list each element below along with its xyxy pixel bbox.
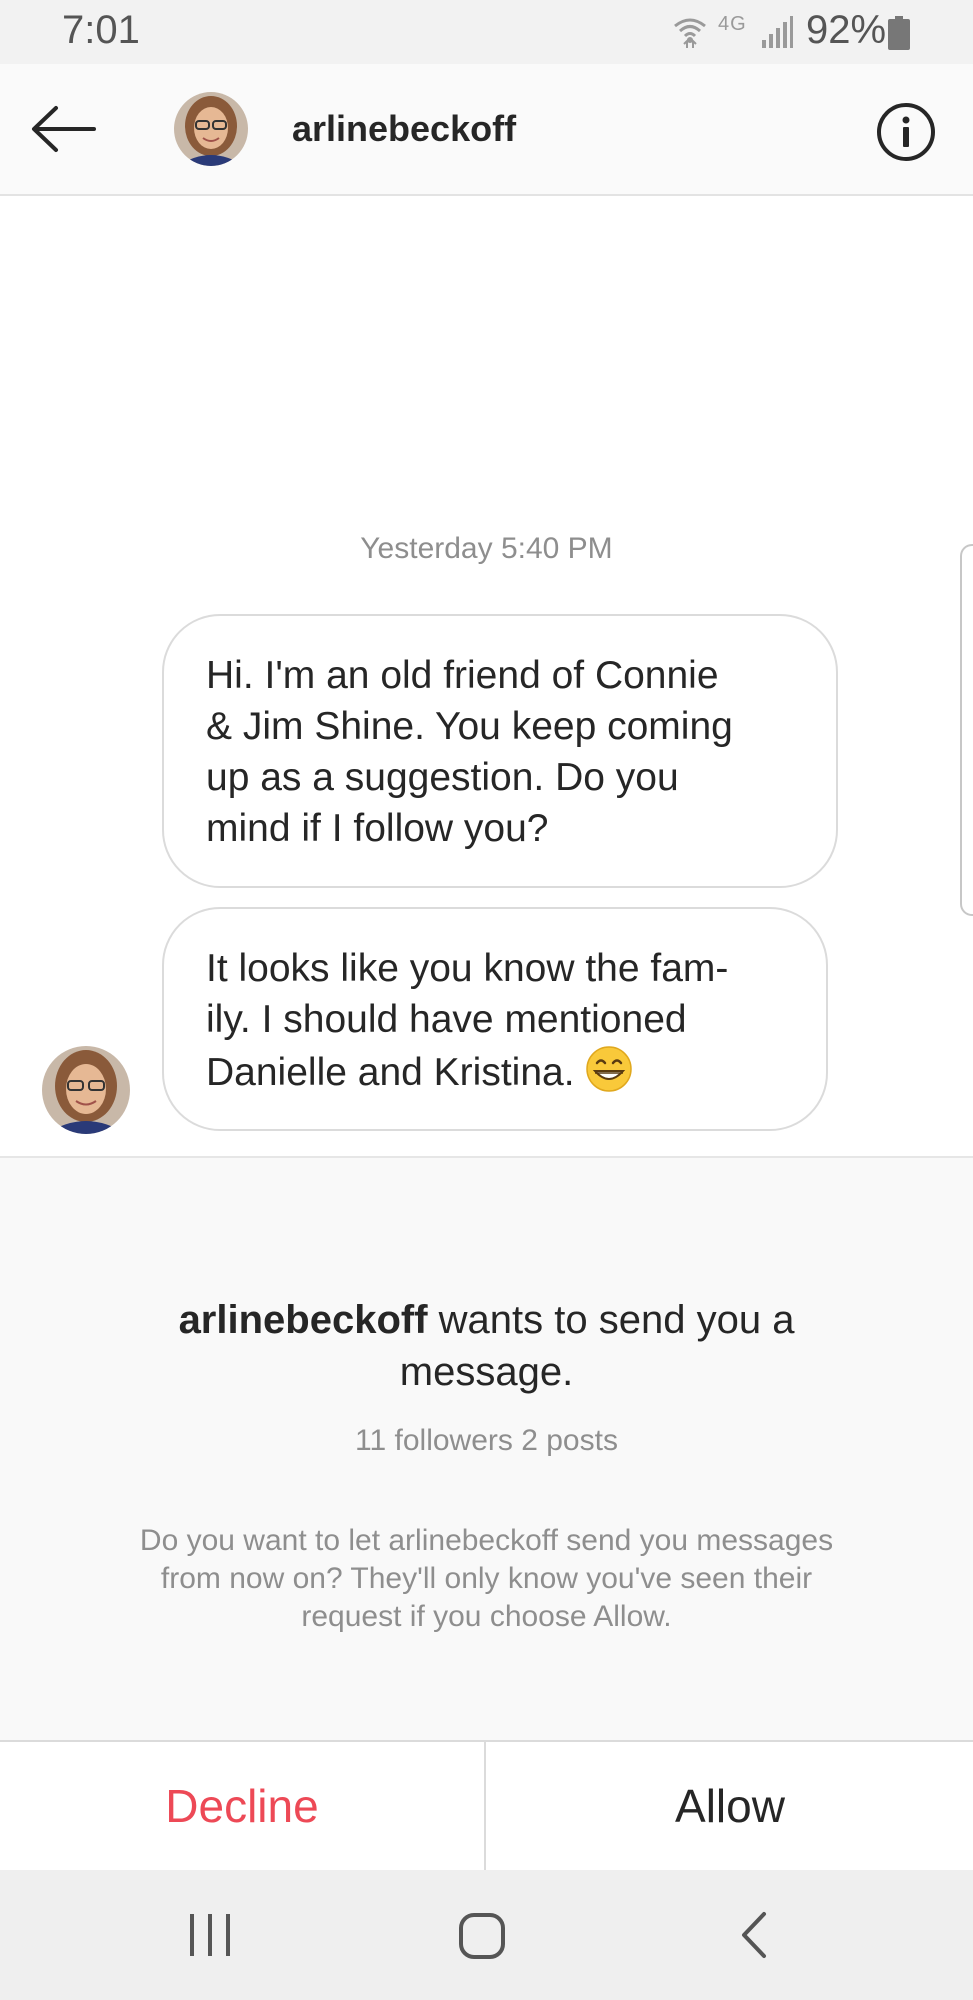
message-line: & Jim Shine. You keep coming <box>206 705 733 748</box>
conversation-header: arlinebeckoff <box>0 64 973 196</box>
status-bar: 7:01 4G 92% <box>0 0 973 64</box>
decline-button[interactable]: Decline <box>0 1742 486 1870</box>
system-back-icon[interactable] <box>738 1910 770 1965</box>
message-line: Hi. I'm an old friend of Connie <box>206 654 719 697</box>
battery-percentage: 92% <box>806 8 887 52</box>
message-timestamp: Yesterday 5:40 PM <box>360 532 613 565</box>
message-line: It looks like you know the fam- <box>206 947 729 990</box>
description-line: request if you choose Allow. <box>301 1600 672 1633</box>
status-time: 7:01 <box>62 8 140 52</box>
message-line: ily. I should have mentioned <box>206 998 687 1041</box>
header-username[interactable]: arlinebeckoff <box>292 108 516 150</box>
request-stats: 11 followers 2 posts <box>355 1424 618 1457</box>
battery-icon <box>888 16 910 55</box>
message-bubble[interactable]: It looks like you know the fam- ily. I s… <box>162 907 828 1131</box>
message-line: mind if I follow you? <box>206 807 549 850</box>
scroll-handle[interactable] <box>960 544 973 916</box>
back-arrow-icon[interactable] <box>30 104 98 159</box>
allow-button[interactable]: Allow <box>487 1742 973 1870</box>
request-description: Do you want to let arlinebeckoff send yo… <box>90 1522 883 1636</box>
system-navigation-bar <box>0 1870 973 2000</box>
request-action-bar: Decline Allow <box>0 1740 973 1870</box>
message-bubble[interactable]: Hi. I'm an old friend of Connie & Jim Sh… <box>162 614 838 888</box>
message-line: up as a suggestion. Do you <box>206 756 679 799</box>
message-line-with-emoji: Danielle and Kristina. <box>206 1045 786 1098</box>
request-title-text: message. <box>399 1350 574 1394</box>
info-icon[interactable] <box>876 102 936 167</box>
description-line: from now on? They'll only know you've se… <box>160 1562 813 1595</box>
network-label: 4G <box>718 13 747 35</box>
message-line: Danielle and Kristina. <box>206 1051 575 1094</box>
wifi-icon <box>672 14 708 53</box>
request-title-text: wants to send you a <box>438 1298 795 1342</box>
header-avatar[interactable] <box>174 92 248 166</box>
request-username[interactable]: arlinebeckoff <box>179 1298 428 1342</box>
chat-area[interactable]: Yesterday 5:40 PM Hi. I'm an old friend … <box>0 198 973 1156</box>
grinning-face-emoji-icon <box>585 1045 633 1093</box>
recent-apps-icon[interactable] <box>188 1910 232 1965</box>
request-title: arlinebeckoff wants to send you a messag… <box>100 1294 873 1398</box>
signal-icon <box>760 16 794 55</box>
home-icon[interactable] <box>458 1910 506 1965</box>
description-line: Do you want to let arlinebeckoff send yo… <box>139 1524 834 1557</box>
sender-avatar[interactable] <box>42 1046 130 1134</box>
message-request-panel: arlinebeckoff wants to send you a messag… <box>0 1156 973 1740</box>
